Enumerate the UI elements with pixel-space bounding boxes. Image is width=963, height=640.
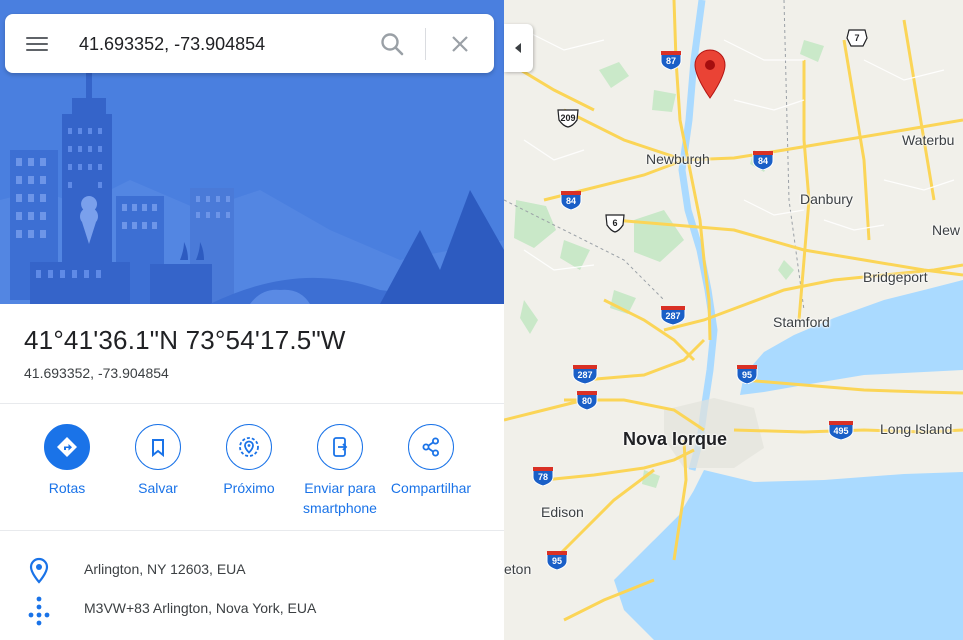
location-marker-icon[interactable] <box>692 48 728 100</box>
plus-code-row[interactable]: M3VW+83 Arlington, Nova York, EUA <box>0 592 504 628</box>
place-title: 41°41'36.1"N 73°54'17.5"W <box>24 325 346 355</box>
map-label-waterbury: Waterbu <box>902 132 955 148</box>
interstate-287-shield: 287 <box>660 305 686 325</box>
interstate-87-shield: 87 <box>660 50 682 70</box>
directions-icon <box>44 424 90 470</box>
save-button[interactable]: Salvar <box>113 424 203 498</box>
interstate-78-shield: 78 <box>532 466 554 486</box>
side-panel: 41°41'36.1"N 73°54'17.5"W 41.693352, -73… <box>0 0 504 640</box>
share-icon <box>408 424 454 470</box>
map-label-stamford: Stamford <box>773 314 830 330</box>
shield-number: 78 <box>537 472 548 482</box>
search-input[interactable] <box>79 30 364 58</box>
shield-number: 80 <box>581 396 592 406</box>
address-text: Arlington, NY 12603, EUA <box>84 561 246 577</box>
plus-code-text: M3VW+83 Arlington, Nova York, EUA <box>84 600 317 616</box>
shield-number: 84 <box>757 156 768 166</box>
bookmark-icon <box>135 424 181 470</box>
shield-number: 84 <box>565 196 576 206</box>
map-label-newburgh: Newburgh <box>646 151 710 167</box>
map-label-nova-iorque: Nova Iorque <box>623 429 728 449</box>
chevron-left-icon <box>515 43 521 53</box>
interstate-84-shield: 84 <box>752 150 774 170</box>
send-to-phone-label: Enviar para smartphone <box>303 480 377 516</box>
location-pin-icon <box>26 557 52 585</box>
interstate-84-shield: 84 <box>560 190 582 210</box>
shield-number: 7 <box>854 33 860 43</box>
search-icon[interactable] <box>377 29 407 59</box>
divider <box>0 530 504 531</box>
shield-number: 6 <box>612 218 618 228</box>
menu-icon[interactable] <box>19 30 51 58</box>
address-row[interactable]: Arlington, NY 12603, EUA <box>0 553 504 589</box>
plus-code-icon <box>26 596 52 626</box>
divider <box>0 403 504 404</box>
map-canvas[interactable]: Newburgh Danbury Waterbu New Bridgeport … <box>504 0 963 640</box>
map-label-trenton: eton <box>504 561 532 577</box>
us-209-shield: 209 <box>556 108 579 128</box>
search-divider <box>425 28 426 60</box>
interstate-95-shield: 95 <box>546 550 568 570</box>
shield-number: 95 <box>741 370 752 380</box>
state-route-7-shield: 7 <box>846 28 868 48</box>
share-button[interactable]: Compartilhar <box>386 424 476 498</box>
shield-number: 287 <box>577 370 593 380</box>
share-label: Compartilhar <box>390 480 472 496</box>
send-to-phone-button[interactable]: Enviar para smartphone <box>295 424 385 518</box>
map-label-bridgeport: Bridgeport <box>863 269 928 285</box>
search-box <box>5 14 494 73</box>
map-label-danbury: Danbury <box>800 191 853 207</box>
shield-number: 287 <box>665 311 681 321</box>
interstate-287-shield: 287 <box>572 364 598 384</box>
directions-label: Rotas <box>48 480 86 496</box>
close-icon[interactable] <box>446 30 474 58</box>
map-label-new: New <box>932 222 961 238</box>
nearby-label: Próximo <box>223 480 275 496</box>
interstate-495-shield: 495 <box>828 420 854 440</box>
directions-button[interactable]: Rotas <box>22 424 112 498</box>
place-decimal-coordinates: 41.693352, -73.904854 <box>24 365 169 381</box>
interstate-95-shield: 95 <box>736 364 758 384</box>
map-label-long-island: Long Island <box>880 421 953 437</box>
shield-number: 87 <box>665 56 676 66</box>
interstate-80-shield: 80 <box>576 390 598 410</box>
map-label-edison: Edison <box>541 504 584 520</box>
shield-number: 209 <box>560 113 576 123</box>
save-label: Salvar <box>138 480 178 496</box>
collapse-panel-button[interactable] <box>504 24 533 72</box>
send-to-phone-icon <box>317 424 363 470</box>
nearby-button[interactable]: Próximo <box>204 424 294 498</box>
shield-number: 95 <box>551 556 562 566</box>
shield-number: 495 <box>833 426 849 436</box>
us-6-shield: 6 <box>604 213 626 233</box>
nearby-icon <box>226 424 272 470</box>
